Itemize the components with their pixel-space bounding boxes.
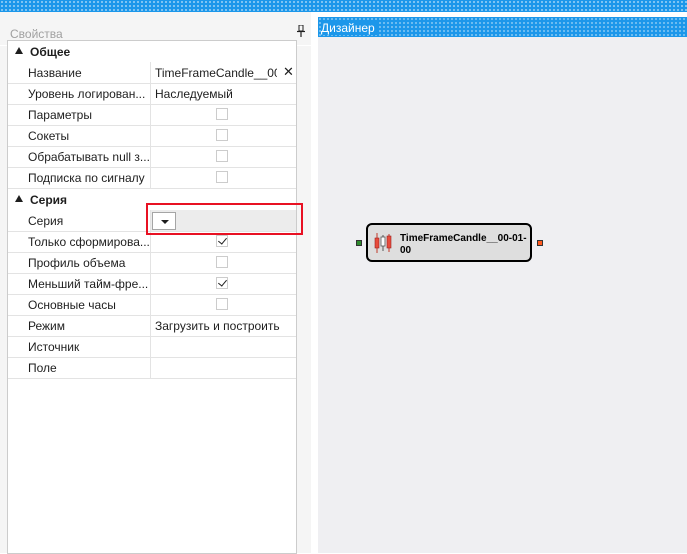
column-divider[interactable] <box>150 83 151 104</box>
property-row-sockets[interactable]: Сокеты <box>8 125 296 147</box>
property-name: Уровень логирован... <box>28 87 146 101</box>
column-divider[interactable] <box>150 294 151 315</box>
properties-panel: Свойства Общее Название TimeFrameCandle_… <box>0 12 311 554</box>
column-divider[interactable] <box>150 125 151 146</box>
property-row-parameters[interactable]: Параметры <box>8 104 296 126</box>
column-divider[interactable] <box>150 146 151 167</box>
column-divider[interactable] <box>150 167 151 188</box>
property-row-mode[interactable]: Режим Загрузить и построить <box>8 315 296 337</box>
property-name: Обрабатывать null з... <box>28 150 150 164</box>
input-port[interactable] <box>356 240 362 246</box>
diagram-node[interactable]: TimeFrameCandle__00-01-00 <box>366 223 532 262</box>
property-row-source[interactable]: Источник <box>8 336 296 358</box>
category-label: Общее <box>30 45 71 59</box>
category-label: Серия <box>30 193 68 207</box>
properties-panel-title: Свойства <box>10 27 63 41</box>
property-row-name[interactable]: Название TimeFrameCandle__00- ✕ <box>8 62 296 84</box>
property-row-signal-subscription[interactable]: Подписка по сигналу <box>8 167 296 189</box>
property-name: Режим <box>28 319 65 333</box>
property-value-log-level[interactable]: Наследуемый <box>155 87 291 101</box>
property-value-name[interactable]: TimeFrameCandle__00- <box>155 66 277 80</box>
column-divider[interactable] <box>150 104 151 125</box>
collapse-arrow-icon[interactable] <box>15 47 23 54</box>
volume-profile-checkbox[interactable] <box>216 256 228 268</box>
property-row-log-level[interactable]: Уровень логирован... Наследуемый <box>8 83 296 105</box>
parameters-checkbox[interactable] <box>216 108 228 120</box>
column-divider[interactable] <box>150 336 151 357</box>
column-divider[interactable] <box>150 315 151 336</box>
signal-subscription-checkbox[interactable] <box>216 171 228 183</box>
top-title-strip <box>0 0 687 12</box>
property-row-volume-profile[interactable]: Профиль объема <box>8 252 296 274</box>
property-name: Сокеты <box>28 129 70 143</box>
column-divider[interactable] <box>150 273 151 294</box>
property-name: Серия <box>28 214 64 228</box>
property-grid: Общее Название TimeFrameCandle__00- ✕ Ур… <box>7 40 297 554</box>
sockets-checkbox[interactable] <box>216 129 228 141</box>
property-name: Параметры <box>28 108 92 122</box>
property-row-field[interactable]: Поле <box>8 357 296 379</box>
highlight-box <box>146 203 303 235</box>
property-name: Только сформирова... <box>28 235 150 249</box>
only-formed-checkbox[interactable] <box>216 235 228 247</box>
output-port[interactable] <box>537 240 543 246</box>
category-general[interactable]: Общее <box>8 41 296 62</box>
smaller-timeframe-checkbox[interactable] <box>216 277 228 289</box>
column-divider[interactable] <box>150 62 151 83</box>
clear-icon[interactable]: ✕ <box>283 64 294 80</box>
designer-panel-title: Дизайнер <box>321 21 379 35</box>
node-label: TimeFrameCandle__00-01-00 <box>400 233 527 256</box>
property-name: Поле <box>28 361 57 375</box>
property-row-main-hours[interactable]: Основные часы <box>8 294 296 316</box>
main-hours-checkbox[interactable] <box>216 298 228 310</box>
property-row-process-null[interactable]: Обрабатывать null з... <box>8 146 296 168</box>
process-null-checkbox[interactable] <box>216 150 228 162</box>
property-name: Профиль объема <box>28 256 126 270</box>
column-divider[interactable] <box>150 252 151 273</box>
collapse-arrow-icon[interactable] <box>15 195 23 202</box>
property-name: Название <box>28 66 82 80</box>
property-value-mode[interactable]: Загрузить и построить <box>155 319 291 333</box>
pin-icon[interactable] <box>296 25 306 37</box>
designer-panel[interactable]: Дизайнер TimeFrameCandle__00-01-00 <box>318 17 687 553</box>
column-divider[interactable] <box>150 357 151 378</box>
property-name: Подписка по сигналу <box>28 171 145 185</box>
designer-panel-header: Дизайнер <box>318 17 687 37</box>
property-name: Меньший тайм-фре... <box>28 277 149 291</box>
property-row-smaller-timeframe[interactable]: Меньший тайм-фре... <box>8 273 296 295</box>
property-name: Основные часы <box>28 298 116 312</box>
property-name: Источник <box>28 340 80 354</box>
candlestick-icon <box>374 233 392 253</box>
